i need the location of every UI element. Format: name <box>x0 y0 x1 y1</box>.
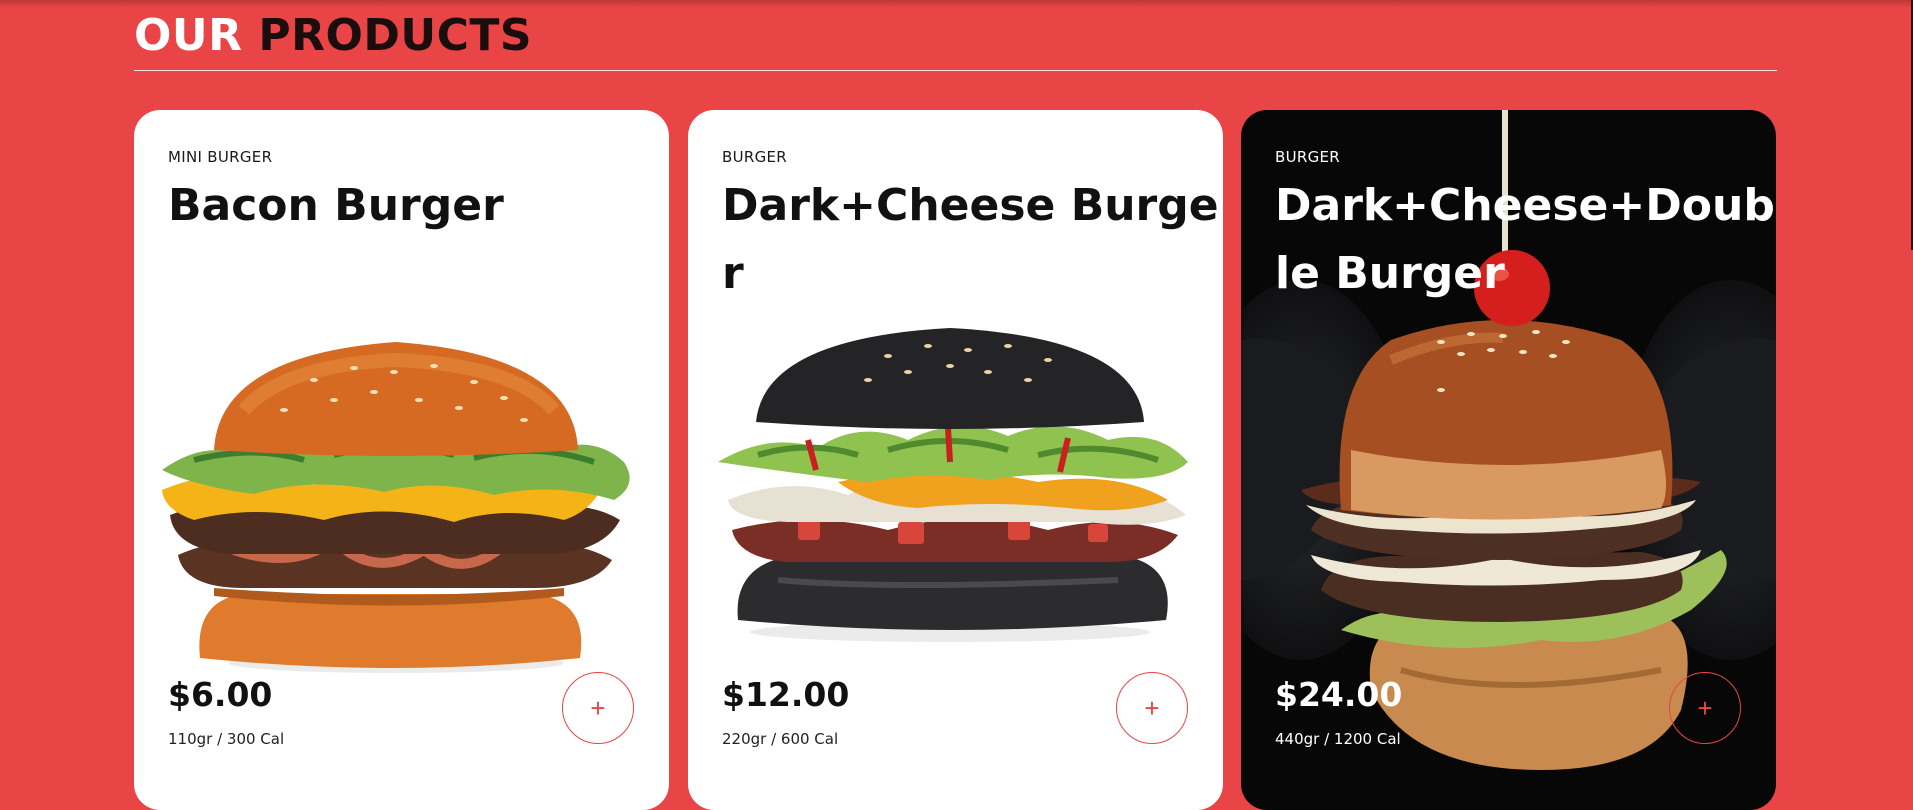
section-title-highlight: OUR <box>134 10 243 61</box>
product-nutrition: 220gr / 600 Cal <box>722 730 839 748</box>
product-card-double-burger[interactable]: BURGER Dark+Cheese+Double Burger $24.00 … <box>1241 110 1776 810</box>
product-card-bacon-burger[interactable]: MINI BURGER Bacon Burger $6.00 110gr / 3… <box>134 110 669 810</box>
add-to-cart-button[interactable]: + <box>1669 672 1741 744</box>
product-price: $6.00 <box>168 675 273 714</box>
add-to-cart-button[interactable]: + <box>562 672 634 744</box>
product-name[interactable]: Bacon Burger <box>168 172 668 240</box>
product-category: BURGER <box>1275 148 1341 166</box>
add-to-cart-button[interactable]: + <box>1116 672 1188 744</box>
product-nutrition: 110gr / 300 Cal <box>168 730 285 748</box>
product-card-dark-cheese-burger[interactable]: BURGER Dark+Cheese Burger $12.00 220gr /… <box>688 110 1223 810</box>
product-category: MINI BURGER <box>168 148 273 166</box>
product-name[interactable]: Dark+Cheese Burger <box>722 172 1222 308</box>
section-title-main: PRODUCTS <box>258 10 533 61</box>
section-title: OUR PRODUCTS <box>134 10 532 62</box>
product-category: BURGER <box>722 148 788 166</box>
header-shadow <box>0 0 1913 8</box>
product-name[interactable]: Dark+Cheese+Double Burger <box>1275 172 1775 308</box>
title-divider <box>134 70 1777 71</box>
product-price: $24.00 <box>1275 675 1403 714</box>
product-price: $12.00 <box>722 675 850 714</box>
product-nutrition: 440gr / 1200 Cal <box>1275 730 1401 748</box>
